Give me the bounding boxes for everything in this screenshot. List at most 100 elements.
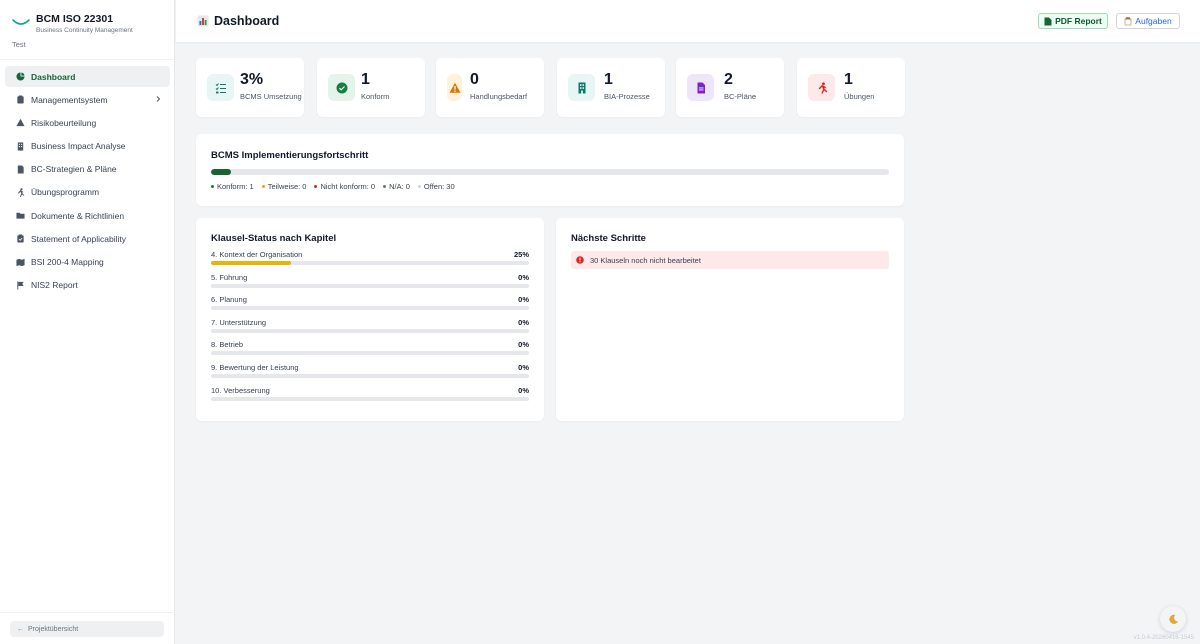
warning-icon bbox=[449, 82, 460, 93]
clause-progress-bar bbox=[211, 306, 529, 311]
clause-progress-bar bbox=[211, 283, 529, 288]
running-icon bbox=[15, 187, 25, 197]
map-icon bbox=[15, 257, 25, 267]
sidebar-nav: Dashboard Managementsystem Risikobeurtei… bbox=[5, 66, 170, 298]
stat-icon-box bbox=[207, 74, 234, 101]
stat-value: 0 bbox=[470, 71, 479, 88]
stat-icon-box bbox=[447, 74, 462, 101]
theme-toggle-button[interactable] bbox=[1160, 606, 1186, 632]
brand: BCM ISO 22301 Business Continuity Manage… bbox=[0, 0, 174, 60]
sidebar-item-label: Dokumente & Richtlinien bbox=[31, 210, 125, 221]
clause-progress-bar bbox=[211, 351, 529, 356]
stat-card-konform: 1 Konform bbox=[317, 58, 425, 117]
stat-value: 1 bbox=[604, 71, 613, 88]
page-title: Dashboard bbox=[197, 14, 279, 28]
sidebar-item-label: BSI 200-4 Mapping bbox=[31, 257, 104, 267]
clause-progress-bar bbox=[211, 396, 529, 401]
pdf-report-label: PDF Report bbox=[1055, 16, 1102, 26]
legend-label: Konform: 1 bbox=[217, 182, 254, 191]
sidebar-item-dashboard[interactable]: Dashboard bbox=[5, 66, 170, 87]
sidebar-item-label: BC-Strategien & Pläne bbox=[31, 164, 117, 175]
clipboard-check-icon bbox=[15, 234, 25, 244]
next-steps-title: Nächste Schritte bbox=[571, 233, 646, 244]
sidebar-item-bsi-mapping[interactable]: BSI 200-4 Mapping bbox=[5, 252, 170, 273]
clause-row: 6. Planung 0% bbox=[211, 295, 529, 317]
running-icon bbox=[818, 81, 827, 94]
clause-percent: 0% bbox=[518, 385, 529, 395]
legend-item: Teilweise: 0 bbox=[261, 182, 307, 191]
legend-dot-icon bbox=[211, 185, 214, 188]
clause-row: 4. Kontext der Organisation 25% bbox=[211, 250, 529, 272]
tasks-button[interactable]: Aufgaben bbox=[1116, 13, 1180, 29]
clause-row: 9. Bewertung der Leistung 0% bbox=[211, 363, 529, 385]
legend-item: N/A: 0 bbox=[383, 182, 410, 191]
version-label: v1.0.4-20260416-1545 bbox=[1133, 635, 1194, 641]
next-steps-alert: 30 Klauseln noch nicht bearbeitet bbox=[571, 251, 889, 269]
stat-card-bcms-umsetzung: 3% BCMS Umsetzung bbox=[196, 58, 304, 117]
sidebar-item-bc-strategien[interactable]: BC-Strategien & Pläne bbox=[5, 159, 170, 180]
page-title-text: Dashboard bbox=[214, 14, 280, 28]
clause-label: 9. Bewertung der Leistung bbox=[211, 363, 299, 372]
legend-label: N/A: 0 bbox=[389, 182, 410, 191]
progress-bar-fill bbox=[211, 169, 232, 175]
brand-title: BCM ISO 22301 bbox=[36, 13, 114, 25]
stat-label: Konform bbox=[361, 92, 390, 101]
stat-value: 1 bbox=[361, 71, 370, 88]
project-overview-button[interactable]: ← Projektübersicht bbox=[10, 621, 164, 637]
next-steps-card bbox=[556, 218, 904, 421]
clipboard-icon bbox=[1124, 16, 1132, 25]
document-icon bbox=[697, 82, 705, 93]
building-icon bbox=[578, 82, 585, 93]
clause-label: 10. Verbesserung bbox=[211, 385, 270, 395]
moon-icon bbox=[1168, 614, 1178, 624]
legend-item: Offen: 30 bbox=[417, 182, 455, 191]
alert-circle-icon bbox=[576, 256, 584, 264]
sidebar-item-label: NIS2 Report bbox=[31, 280, 78, 291]
legend-dot-icon bbox=[261, 185, 265, 188]
clause-row: 8. Betrieb 0% bbox=[211, 340, 529, 362]
alert-text: 30 Klauseln noch nicht bearbeitet bbox=[590, 255, 701, 265]
stat-label: Handlungsbedarf bbox=[470, 92, 528, 101]
tenant-name: Test bbox=[12, 40, 26, 49]
clause-row: 10. Verbesserung 0% bbox=[211, 386, 529, 408]
stat-card-bc-plaene: 2 BC-Pläne bbox=[676, 58, 784, 117]
sidebar-item-risikobeurteilung[interactable]: Risikobeurteilung bbox=[5, 112, 170, 133]
stat-card-uebungen: 1 Übungen bbox=[797, 58, 905, 117]
topbar: Dashboard PDF Report Aufgaben bbox=[176, 0, 1200, 42]
dashboard-icon bbox=[15, 72, 25, 82]
warning-icon bbox=[15, 118, 25, 128]
stat-icon-box bbox=[687, 74, 714, 101]
sidebar-item-soa[interactable]: Statement of Applicability bbox=[5, 228, 170, 249]
sidebar-item-nis2-report[interactable]: NIS2 Report bbox=[5, 275, 170, 296]
stat-label: Übungen bbox=[844, 92, 875, 101]
sidebar-item-uebungsprogramm[interactable]: Übungsprogramm bbox=[5, 182, 170, 203]
stat-value: 1 bbox=[844, 71, 853, 88]
sidebar-item-label: Übungsprogramm bbox=[31, 187, 100, 198]
legend-dot-icon bbox=[417, 185, 421, 188]
stat-value: 2 bbox=[724, 71, 733, 88]
pdf-icon bbox=[1044, 17, 1052, 25]
clause-percent: 0% bbox=[518, 363, 529, 372]
clause-row: 5. Führung 0% bbox=[211, 273, 529, 295]
legend-label: Teilweise: 0 bbox=[267, 182, 307, 191]
clause-percent: 0% bbox=[518, 295, 529, 305]
tasks-label: Aufgaben bbox=[1135, 16, 1172, 26]
sidebar-item-dokumente[interactable]: Dokumente & Richtlinien bbox=[5, 205, 170, 226]
sidebar-item-bia[interactable]: Business Impact Analyse bbox=[5, 136, 170, 157]
stat-label: BCMS Umsetzung bbox=[240, 92, 302, 101]
building-icon bbox=[15, 141, 25, 151]
legend-dot-icon bbox=[383, 185, 387, 188]
stat-icon-box bbox=[328, 74, 355, 101]
stat-card-bia-prozesse: 1 BIA-Prozesse bbox=[557, 58, 665, 117]
legend-item: Konform: 1 bbox=[211, 182, 254, 191]
progress-bar bbox=[211, 169, 889, 175]
checklist-icon bbox=[215, 82, 226, 93]
chart-icon bbox=[197, 15, 209, 27]
clause-label: 5. Führung bbox=[211, 272, 248, 282]
sidebar-item-label: Statement of Applicability bbox=[31, 233, 126, 244]
sidebar-item-managementsystem[interactable]: Managementsystem bbox=[5, 89, 170, 110]
pdf-report-button[interactable]: PDF Report bbox=[1038, 13, 1108, 29]
logo-icon bbox=[12, 19, 30, 25]
sidebar-footer: ← Projektübersicht bbox=[0, 612, 175, 644]
progress-legend: Konform: 1 Teilweise: 0 Nicht konform: 0 N/… bbox=[211, 182, 455, 191]
